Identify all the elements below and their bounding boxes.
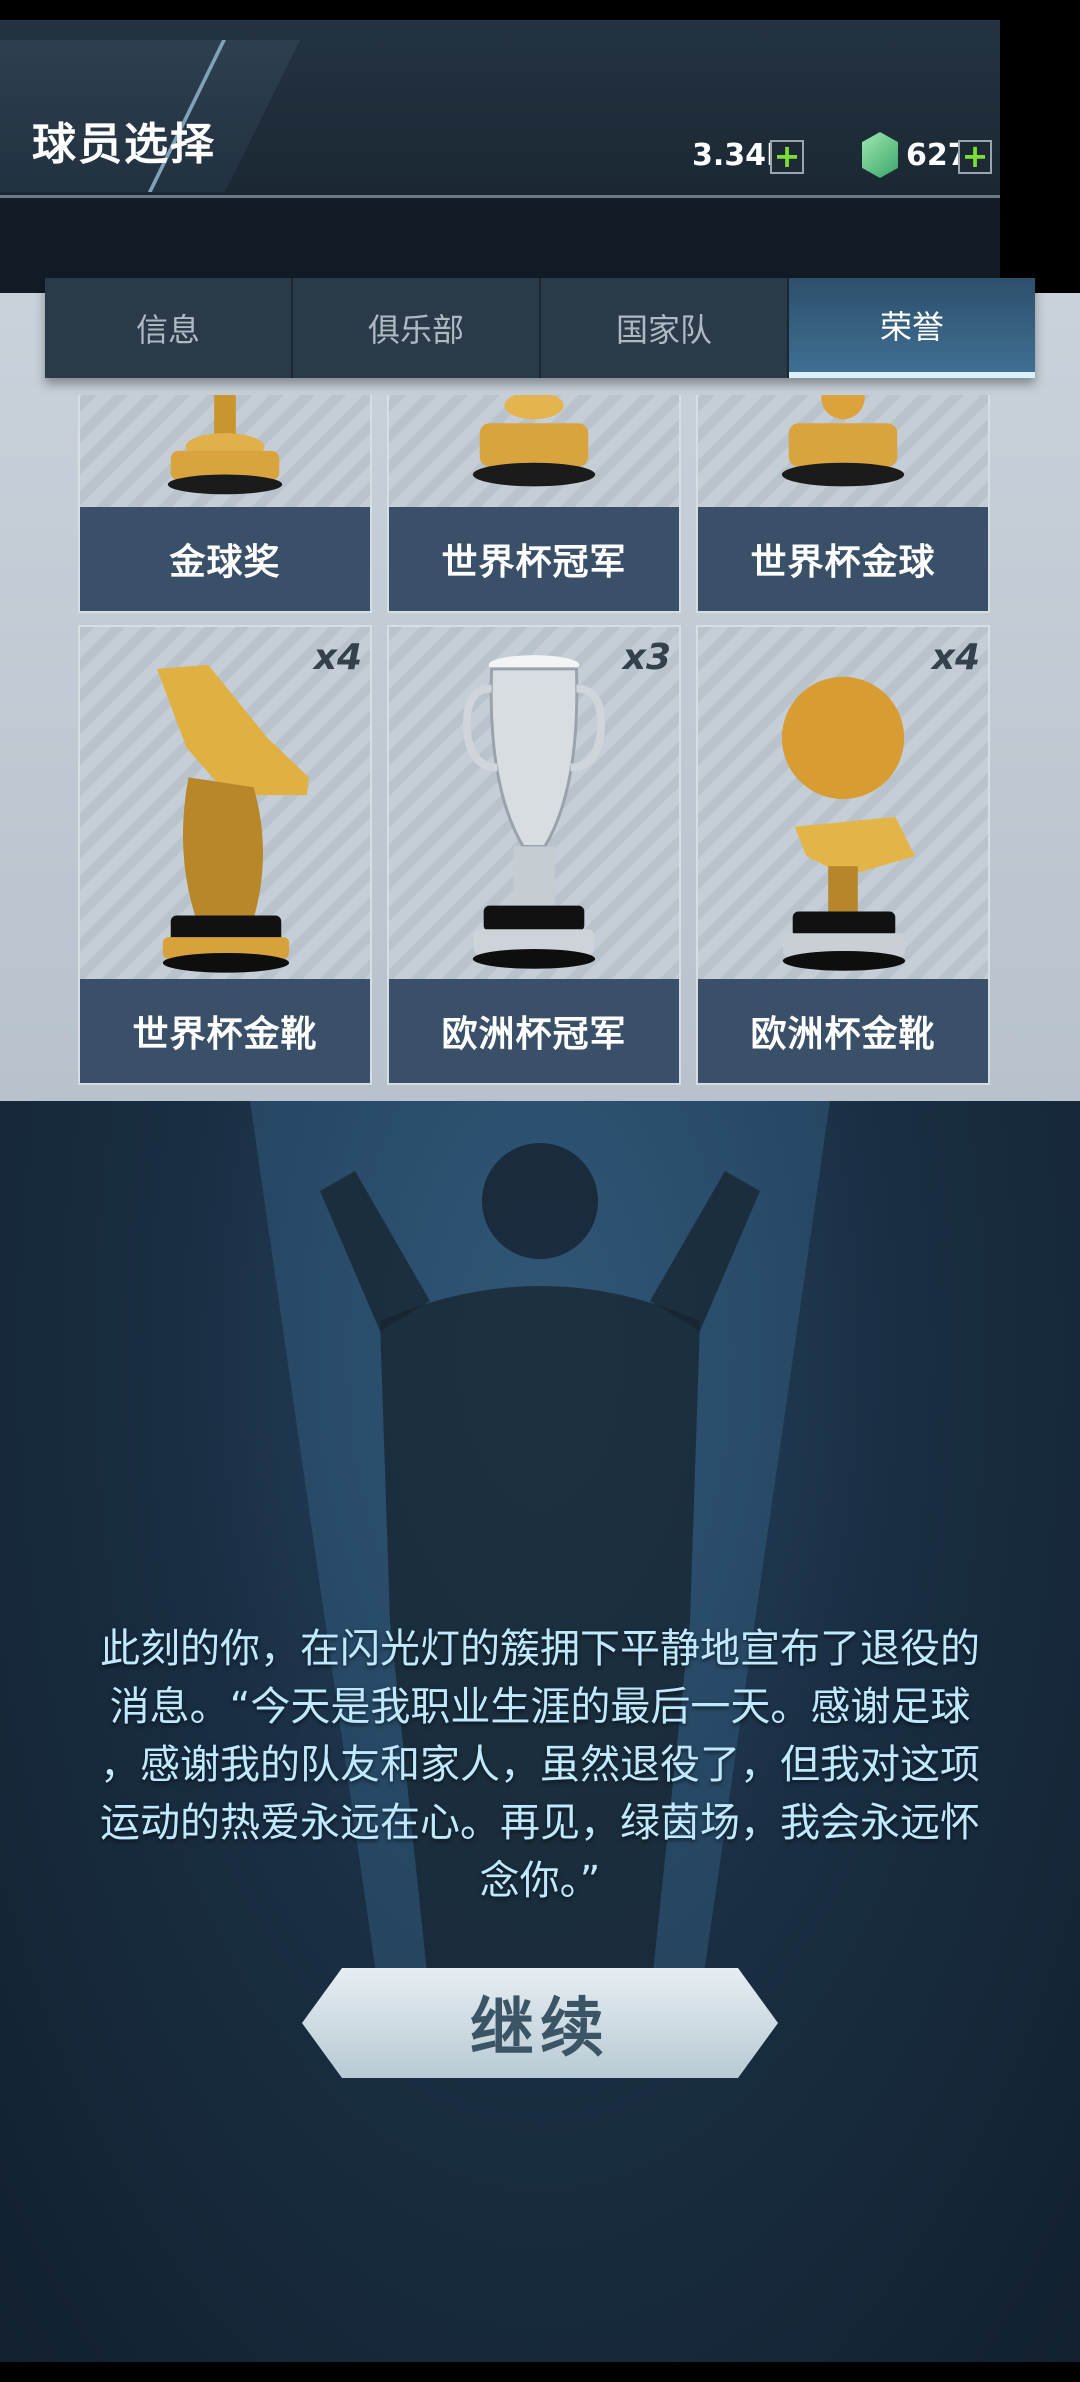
page-title: 球员选择 (32, 119, 216, 170)
tab-club[interactable]: 俱乐部 (293, 278, 541, 378)
message-line: 此刻的你，在闪光灯的簇拥下平静地宣布了退役的 (100, 1626, 980, 1672)
honor-card[interactable]: x4 世界杯金靴 (78, 625, 372, 1085)
status-bar (0, 0, 1080, 20)
silver-cup-icon (463, 655, 605, 969)
honor-label: 世界杯金球 (698, 507, 988, 611)
golden-boot-icon (156, 664, 309, 973)
gold-trophy-icon (472, 395, 596, 487)
honor-label: 世界杯金靴 (80, 979, 370, 1083)
tab-bar: 信息 俱乐部 国家队 荣誉 (45, 278, 1035, 378)
honor-label: 欧洲杯冠军 (389, 979, 679, 1083)
add-gems-button[interactable]: + (958, 140, 992, 174)
honors-grid: 金球奖 世界杯冠军 世界杯金球 x4 世界杯金靴 x3 欧洲杯冠军 x4 欧洲杯… (0, 395, 1080, 1095)
navigation-bar (0, 2362, 1080, 2382)
continue-button[interactable]: 继续 (302, 1968, 778, 2078)
tab-honors[interactable]: 荣誉 (789, 278, 1035, 378)
add-coins-button[interactable]: + (770, 140, 804, 174)
message-line: 消息。“今天是我职业生涯的最后一天。感谢足球 (109, 1684, 971, 1730)
tab-national-team[interactable]: 国家队 (541, 278, 789, 378)
honor-card[interactable]: x3 欧洲杯冠军 (387, 625, 681, 1085)
message-line: 运动的热爱永远在心。再见，绿茵场，我会永远怀 (100, 1800, 980, 1846)
message-line: 念你。” (479, 1858, 601, 1904)
message-line: ，感谢我的队友和家人，虽然退役了，但我对这项 (100, 1742, 980, 1788)
gold-ball-boot-icon (781, 676, 916, 971)
gold-trophy-icon (167, 395, 283, 495)
honor-card[interactable]: x4 欧洲杯金靴 (696, 625, 990, 1085)
tab-info[interactable]: 信息 (45, 278, 293, 378)
honor-label: 金球奖 (80, 507, 370, 611)
retirement-message: 此刻的你，在闪光灯的簇拥下平静地宣布了退役的 消息。“今天是我职业生涯的最后一天… (50, 1620, 1030, 1910)
honor-label: 欧洲杯金靴 (698, 979, 988, 1083)
honor-label: 世界杯冠军 (389, 507, 679, 611)
gold-ball-trophy-icon (781, 395, 905, 487)
honor-card[interactable]: 金球奖 (78, 395, 372, 613)
honor-card[interactable]: 世界杯金球 (696, 395, 990, 613)
honor-card[interactable]: 世界杯冠军 (387, 395, 681, 613)
